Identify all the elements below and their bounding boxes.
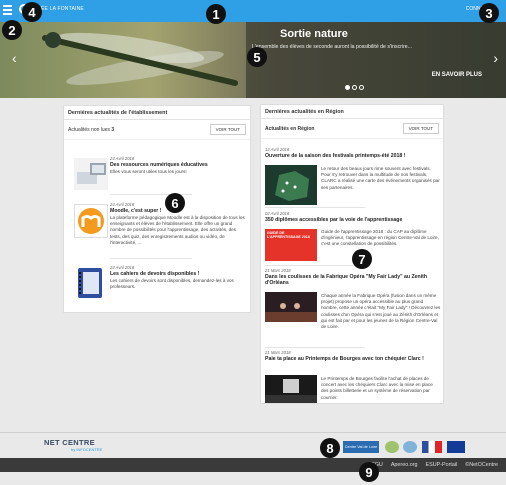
moodle-icon — [78, 208, 104, 234]
region-logo-text: Centre Val de Loire — [344, 445, 378, 449]
region-centre-logo[interactable]: Centre Val de Loire — [343, 441, 379, 453]
news-excerpt: Le Printemps de Bourges facilite l'achat… — [321, 376, 433, 400]
unread-count: 3 — [111, 126, 115, 133]
news-excerpt: Elles vous seront utiles tous les jours! — [110, 169, 187, 174]
partner-logo[interactable] — [385, 441, 399, 453]
list-item[interactable]: 24 Avril 2018 Les cahiers de devoirs dis… — [110, 265, 248, 290]
badge-marker: 1 — [206, 4, 226, 24]
news-title[interactable]: Paie ta place au Printemps de Bourges av… — [265, 356, 441, 362]
top-bar: LYCÉE LA FONTAINE CONNEXION — [0, 0, 506, 22]
notebook-image — [78, 268, 102, 298]
news-title[interactable]: Ouverture de la saison des festivals pri… — [265, 153, 441, 159]
chevron-right-icon[interactable]: › — [493, 50, 498, 66]
dragonfly-image — [42, 32, 238, 86]
esup-link[interactable]: ESUP-Portail — [426, 462, 458, 468]
moodle-logo-image[interactable] — [74, 204, 108, 238]
map-image — [275, 171, 309, 201]
list-item[interactable]: 12 Avril 2018 Ouverture de la saison des… — [265, 147, 441, 159]
news-excerpt: Les cahiers de devoirs sont disponibles,… — [110, 278, 234, 290]
divider — [110, 258, 192, 259]
copyright-link[interactable]: ©NetOCentre — [465, 462, 498, 468]
divider — [265, 347, 365, 348]
news-excerpt: Le retour des beaux jours rime souvent a… — [321, 166, 440, 190]
news-date: 21 Mars 2018 — [265, 268, 291, 273]
news-date: 12 Avril 2018 — [265, 147, 290, 152]
badge-marker: 4 — [22, 2, 42, 22]
news-date: 02 Avril 2018 — [265, 211, 290, 216]
hamburger-menu-icon[interactable] — [3, 5, 12, 15]
unread-label: Actualités non lues 3 — [68, 127, 114, 133]
news-title[interactable]: Les cahiers de devoirs disponibles ! — [110, 271, 248, 277]
school-view-all-button[interactable]: VOIR TOUT — [209, 124, 246, 135]
list-item[interactable]: 02 Avril 2018 350 diplômes accessibles p… — [265, 211, 441, 223]
carousel-dots — [345, 85, 364, 90]
hero-description: L'ensemble des élèves de seconde auront … — [252, 44, 413, 50]
badge-marker: 6 — [165, 193, 185, 213]
footer-links-bar: CGU Apereo.org ESUP-Portail ©NetOCentre — [0, 458, 506, 472]
chevron-left-icon[interactable]: ‹ — [12, 50, 17, 66]
school-news-panel: Dernières actualités de l'établissement … — [63, 105, 251, 313]
carousel-dot[interactable] — [352, 85, 357, 90]
french-republic-logo[interactable] — [422, 441, 442, 453]
school-news-heading: Dernières actualités de l'établissement — [64, 106, 250, 120]
news-date: 24 Avril 2018 — [110, 265, 135, 270]
news-title[interactable]: Des ressources numériques éducatives — [110, 162, 248, 168]
hero-title: Sortie nature — [280, 28, 348, 40]
news-excerpt: Chaque année la Fabrique Opéra (fusion d… — [321, 293, 441, 329]
guide-cover-text: GUIDE DE L'APPRENTISSAGE 2018 — [267, 231, 310, 239]
news-date: 24 Avril 2018 — [110, 156, 135, 161]
carousel-dot[interactable] — [359, 85, 364, 90]
badge-marker: 3 — [479, 3, 499, 23]
divider — [265, 265, 365, 266]
hero-more-button[interactable]: EN SAVOIR PLUS — [432, 72, 482, 78]
region-news-toolbar: Actualités en Région VOIR TOUT — [261, 119, 443, 139]
badge-marker: 8 — [320, 438, 340, 458]
news-date: 21 Mars 2018 — [265, 350, 291, 355]
news-excerpt: La plateforme pédagogique Moodle est à l… — [110, 215, 245, 245]
divider — [265, 207, 365, 208]
computer-image — [77, 163, 106, 184]
apereo-link[interactable]: Apereo.org — [391, 462, 418, 468]
region-sub-label: Actualités en Région — [265, 125, 315, 132]
partner-logo[interactable] — [403, 441, 417, 453]
badge-marker: 5 — [247, 47, 267, 67]
opera-image[interactable] — [265, 292, 317, 322]
apprenticeship-guide-image[interactable]: GUIDE DE L'APPRENTISSAGE 2018 — [265, 229, 317, 261]
badge-marker: 7 — [352, 249, 372, 269]
concert-crowd-image — [265, 379, 317, 403]
footer-links: CGU Apereo.org ESUP-Portail ©NetOCentre — [371, 462, 498, 468]
region-view-all-button[interactable]: VOIR TOUT — [402, 123, 439, 134]
news-title[interactable]: 350 diplômes accessibles par la voie de … — [265, 217, 441, 223]
unread-text: Actualités non lues — [68, 126, 110, 133]
badge-marker: 9 — [359, 462, 379, 482]
school-news-toolbar: Actualités non lues 3 VOIR TOUT — [64, 120, 250, 140]
list-item[interactable]: 21 Mars 2018 Paie ta place au Printemps … — [265, 350, 441, 362]
news-thumbnail[interactable] — [74, 266, 108, 300]
news-excerpt: Guide de l'apprentissage 2018 : du CAP a… — [321, 229, 439, 247]
netocentre-logo-sub: by INFOCENTRE — [71, 447, 103, 452]
news-title[interactable]: Dans les coulisses de la Fabrique Opéra … — [265, 274, 441, 286]
concert-image[interactable] — [265, 375, 317, 403]
region-news-heading: Dernières actualités en Région — [261, 105, 443, 119]
netocentre-logo[interactable]: NET CENTRE — [44, 438, 95, 447]
news-thumbnail[interactable] — [74, 158, 108, 190]
list-item[interactable]: 24 Avril 2018 Des ressources numériques … — [110, 156, 248, 175]
carousel-dot[interactable] — [345, 85, 350, 90]
stage-image — [265, 303, 317, 322]
list-item[interactable]: 21 Mars 2018 Dans les coulisses de la Fa… — [265, 268, 441, 286]
badge-marker: 2 — [2, 20, 22, 40]
festival-map-image[interactable] — [265, 165, 317, 205]
eu-flag-logo[interactable] — [447, 441, 465, 453]
